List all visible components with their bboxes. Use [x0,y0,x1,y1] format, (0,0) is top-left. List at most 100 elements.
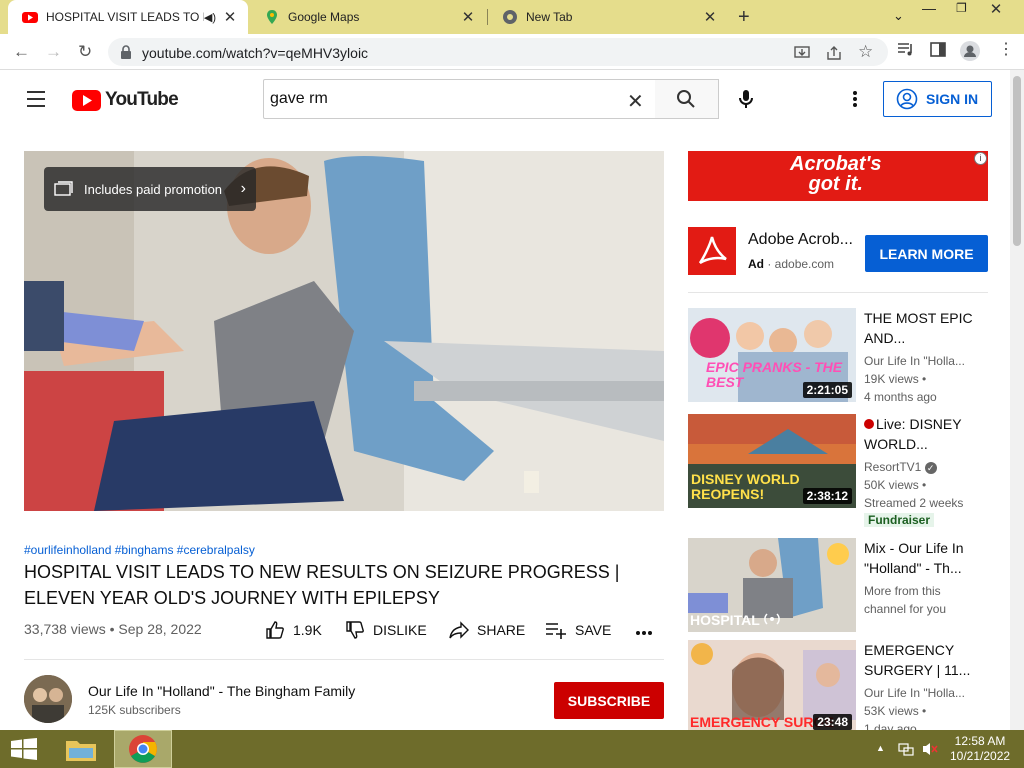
recommendation-age: 1 day ago [864,722,917,730]
recommendation-item[interactable]: HOSPITAL Mix - Our Life In "Holland" - T… [688,538,988,632]
tab-close-icon[interactable]: ✕ [458,8,478,26]
url-text: youtube.com/watch?v=qeMHV3yloic [142,45,369,61]
share-button[interactable]: SHARE [449,620,525,640]
divider [24,659,664,660]
recommendation-subtitle-2: channel for you [864,602,947,616]
video-thumbnail[interactable]: HOSPITAL [688,538,856,632]
recommendation-views: 50K views • [864,478,927,492]
recommendation-item[interactable]: DISNEY WORLD REOPENS! 2:38:12 Live: DISN… [688,414,988,530]
sign-in-label: SIGN IN [926,91,979,107]
tab-close-icon[interactable]: ✕ [700,8,720,26]
ad-banner[interactable]: Acrobat's got it. [688,151,988,201]
tab-search-icon[interactable]: ⌄ [893,8,904,24]
share-icon[interactable] [826,46,842,60]
ad-label: Ad [748,257,764,271]
ad-banner-line-2: got it. [808,173,863,195]
paid-promotion-badge[interactable]: Includes paid promotion › [44,167,256,211]
dislike-button[interactable]: DISLIKE [345,620,427,640]
recommendation-title[interactable]: THE MOST EPIC AND... [864,308,974,348]
promotion-icon [54,181,73,196]
ad-banner-line-1: Acrobat's [790,153,882,175]
more-actions-icon[interactable] [635,630,653,636]
playlist-add-icon [546,623,566,639]
page-scrollbar[interactable] [1010,70,1024,730]
recommendation-age: 4 months ago [864,390,937,404]
chrome-menu-icon[interactable]: ⋮ [998,39,1014,59]
speaker-icon[interactable]: ◀︎) [204,11,216,24]
recommendation-channel[interactable]: Our Life In "Holla... [864,684,965,702]
subscribe-button[interactable]: SUBSCRIBE [554,682,664,719]
recommendation-age: Streamed 2 weeks [864,496,964,510]
restore-icon[interactable]: ❐ [956,1,967,15]
windows-start-icon[interactable] [10,738,38,760]
sign-in-button[interactable]: SIGN IN [883,81,992,117]
taskbar-file-explorer[interactable] [52,730,110,768]
network-icon[interactable] [898,741,914,757]
menu-icon[interactable] [27,91,45,112]
search-input[interactable] [264,80,624,118]
recommendation-title[interactable]: Mix - Our Life In "Holland" - Th... [864,538,974,578]
clear-search-icon[interactable]: ✕ [627,89,644,114]
address-bar[interactable]: youtube.com/watch?v=qeMHV3yloic ☆ [108,38,888,66]
video-duration: 23:48 [813,714,852,730]
window-close-icon[interactable]: ✕ [968,0,1024,22]
ad-domain: · adobe.com [767,257,835,271]
recommendation-channel[interactable]: Our Life In "Holla... [864,352,965,370]
minimize-icon[interactable]: — [922,0,936,16]
tab-title: New Tab [526,10,573,24]
recommendation-views: 19K views • [864,372,927,386]
search-button[interactable] [655,79,719,119]
volume-muted-icon[interactable] [922,741,938,757]
channel-avatar[interactable] [24,675,72,723]
tab-google-maps[interactable]: Google Maps ✕ [250,0,486,34]
recommendation-subtitle: More from this [864,584,941,598]
lock-icon [121,45,131,59]
scrollbar-thumb[interactable] [1013,76,1021,246]
youtube-logo[interactable]: YouTube [72,89,179,111]
install-icon[interactable] [794,46,810,60]
back-icon[interactable]: ← [13,42,30,62]
show-hidden-icons[interactable]: ▲ [876,743,885,753]
ad-info-icon[interactable]: i [974,152,987,165]
tab-title: Google Maps [288,10,360,24]
media-control-icon[interactable] [897,42,915,56]
video-player[interactable]: Includes paid promotion › [24,151,664,511]
recommendation-item[interactable]: EPIC PRANKS - THE BEST 2:21:05 THE MOST … [688,308,988,404]
channel-avatar-image [24,675,72,723]
side-panel-icon[interactable] [930,42,946,57]
learn-more-button[interactable]: LEARN MORE [865,235,988,272]
account-icon [896,88,918,110]
recommendation-title[interactable]: EMERGENCY SURGERY | 11... [864,640,974,680]
adobe-acrobat-logo[interactable] [688,227,736,275]
channel-name[interactable]: Our Life In "Holland" - The Bingham Fami… [88,683,355,699]
view-count-date: 33,738 views • Sep 28, 2022 [24,621,202,637]
tab-youtube[interactable]: HOSPITAL VISIT LEADS TO N ◀︎) ✕ [8,0,248,34]
chevron-right-icon: › [240,180,246,197]
recommendation-item[interactable]: EMERGENCY SURGE 23:48 EMERGENCY SURGERY … [688,640,988,730]
settings-menu-icon[interactable] [852,90,858,108]
reload-icon[interactable]: ↻ [78,42,92,62]
system-clock[interactable]: 12:58 AM 10/21/2022 [950,734,1010,764]
folder-icon [66,741,96,761]
tab-close-icon[interactable]: ✕ [220,8,240,26]
recommendation-channel[interactable]: ResortTV1 ✓ [864,458,937,476]
video-thumbnail[interactable]: EMERGENCY SURGE 23:48 [688,640,856,730]
mix-radio-icon [764,613,780,625]
ad-title[interactable]: Adobe Acrob... [748,231,853,249]
like-button[interactable]: 1.9K [265,620,322,640]
new-tab-button[interactable]: + [738,6,750,29]
live-indicator-icon [864,419,874,429]
bookmark-star-icon[interactable]: ☆ [858,42,873,62]
video-thumbnail[interactable]: EPIC PRANKS - THE BEST 2:21:05 [688,308,856,402]
recommendation-title[interactable]: Live: DISNEY WORLD... [864,414,974,454]
tab-new-tab[interactable]: New Tab ✕ [488,0,728,34]
profile-icon[interactable] [960,41,980,61]
save-button[interactable]: SAVE [545,620,611,640]
microphone-icon[interactable] [734,87,758,111]
video-thumbnail[interactable]: DISNEY WORLD REOPENS! 2:38:12 [688,414,856,508]
acrobat-icon [698,236,727,265]
forward-icon[interactable]: → [45,42,62,62]
thumbs-down-icon [346,621,364,639]
taskbar-chrome[interactable] [114,730,172,768]
video-hashtags[interactable]: #ourlifeinholland #binghams #cerebralpal… [24,543,255,557]
